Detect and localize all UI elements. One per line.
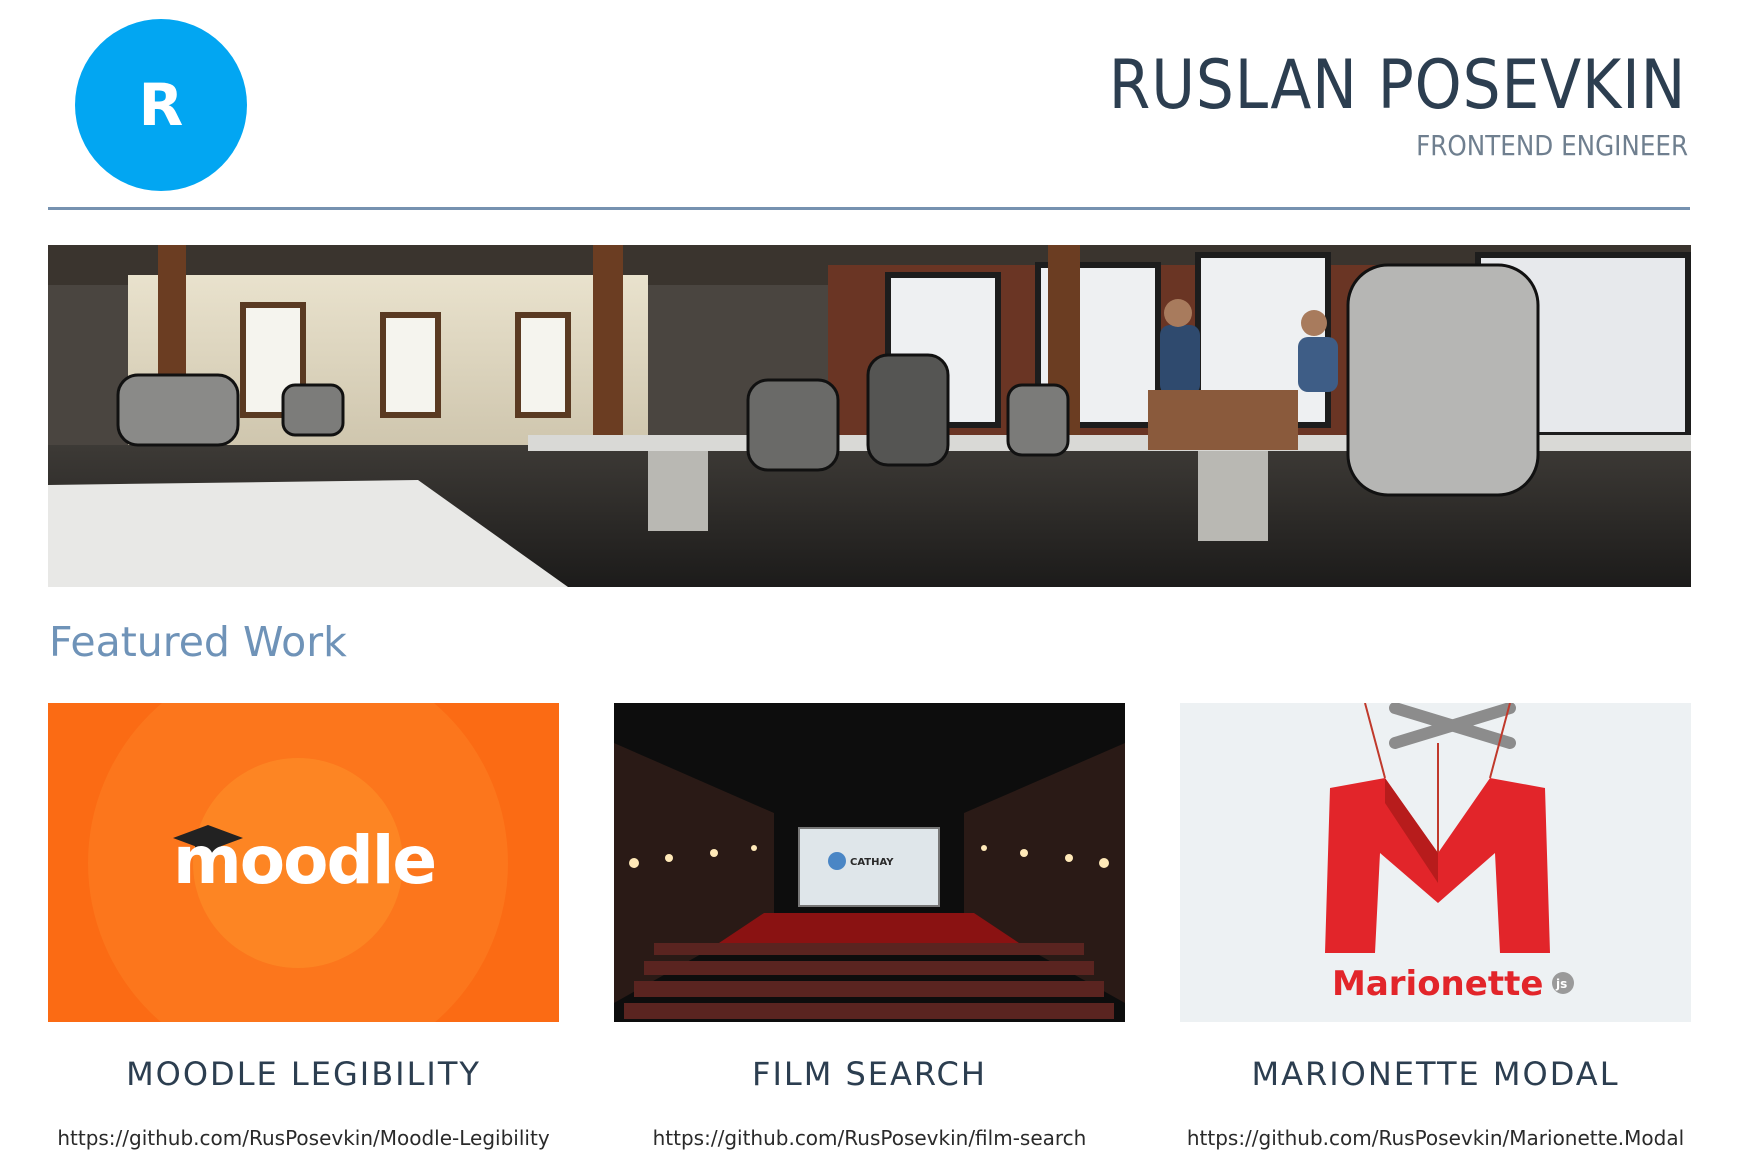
- marionette-logo-text: Marionette: [1332, 964, 1543, 1004]
- marionette-logo-image: Marionette js: [1180, 703, 1691, 1022]
- office-photo-illustration: [48, 245, 1691, 587]
- moodle-logo-image: moodle: [48, 703, 559, 1022]
- job-title: FRONTEND ENGINEER: [1415, 129, 1688, 162]
- logo-letter: R: [138, 71, 184, 139]
- screen-text: CATHAY: [850, 857, 894, 868]
- header-divider: [48, 207, 1690, 210]
- project-card-moodle[interactable]: moodle MOODLE LEGIBILITY https://github.…: [48, 703, 559, 1150]
- site-owner-name: RUSLAN POSEVKIN: [1108, 46, 1686, 125]
- project-card-film-search[interactable]: CATHAY FILM SEARCH https://github.com/Ru…: [614, 703, 1125, 1150]
- github-link[interactable]: https://github.com/RusPosevkin/Marionett…: [1187, 1126, 1684, 1150]
- js-badge-text: js: [1555, 977, 1567, 991]
- project-title[interactable]: FILM SEARCH: [614, 1055, 1125, 1093]
- github-link[interactable]: https://github.com/RusPosevkin/film-sear…: [653, 1126, 1087, 1150]
- featured-work-heading: Featured Work: [49, 618, 347, 666]
- project-link[interactable]: https://github.com/RusPosevkin/film-sear…: [614, 1126, 1125, 1150]
- project-thumb-moodle[interactable]: moodle: [48, 703, 559, 1022]
- project-title[interactable]: MARIONETTE MODAL: [1180, 1055, 1691, 1093]
- project-title[interactable]: MOODLE LEGIBILITY: [48, 1055, 559, 1093]
- project-link[interactable]: https://github.com/RusPosevkin/Moodle-Le…: [48, 1126, 559, 1150]
- logo-avatar[interactable]: R: [75, 19, 247, 191]
- hero-office-image: [48, 245, 1691, 587]
- github-link[interactable]: https://github.com/RusPosevkin/Moodle-Le…: [57, 1126, 549, 1150]
- project-card-marionette[interactable]: Marionette js MARIONETTE MODAL https://g…: [1180, 703, 1691, 1150]
- project-thumb-marionette[interactable]: Marionette js: [1180, 703, 1691, 1022]
- project-link[interactable]: https://github.com/RusPosevkin/Marionett…: [1180, 1126, 1691, 1150]
- project-thumb-film-search[interactable]: CATHAY: [614, 703, 1125, 1022]
- moodle-logo-text: moodle: [173, 822, 435, 899]
- cinema-hall-image: CATHAY: [614, 703, 1125, 1022]
